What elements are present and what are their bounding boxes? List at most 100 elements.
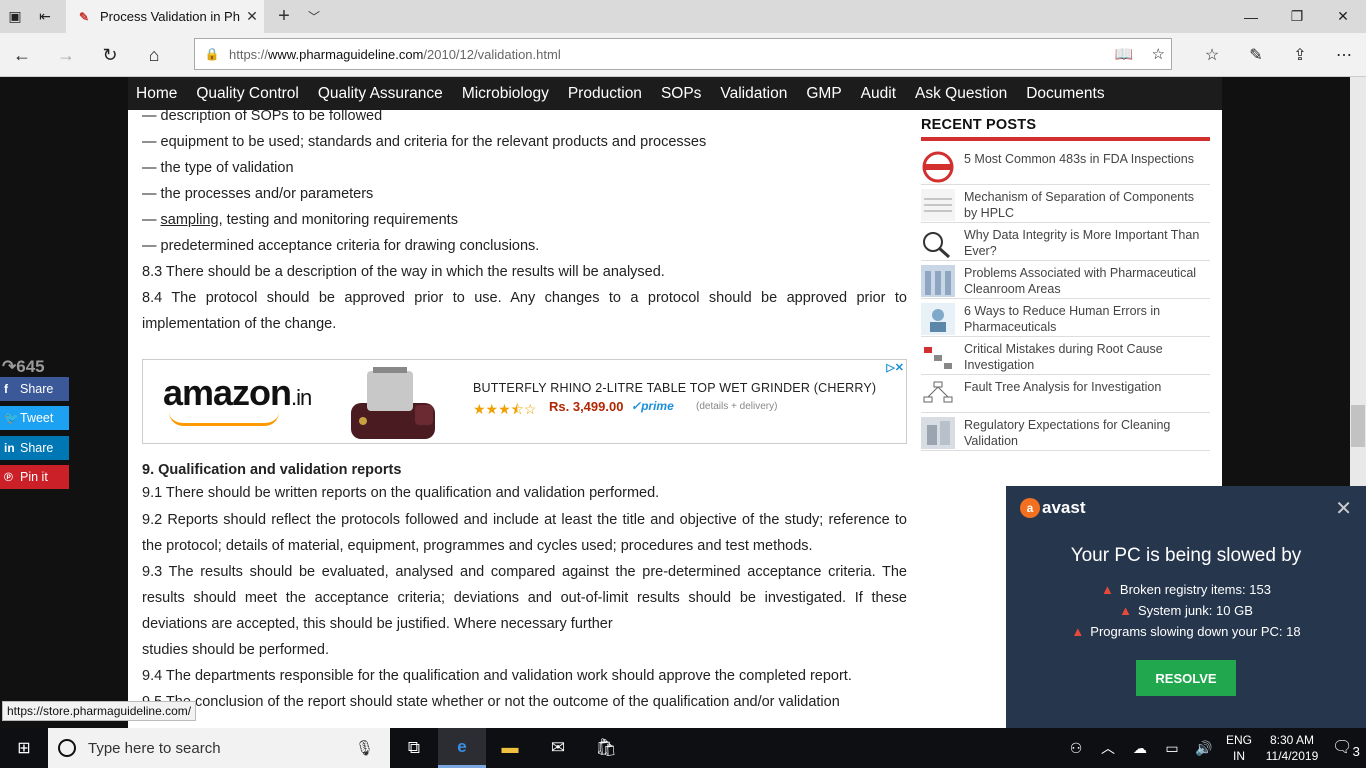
tab-actions-icon[interactable]: ▣ — [0, 0, 30, 33]
people-icon[interactable]: ⚇ — [1060, 740, 1092, 757]
recent-post-title[interactable]: Critical Mistakes during Root Cause Inve… — [964, 341, 1210, 373]
favorite-star-icon[interactable]: ☆ — [1152, 45, 1165, 63]
recent-post-title[interactable]: Fault Tree Analysis for Investigation — [964, 379, 1161, 395]
recent-post-item[interactable]: Problems Associated with Pharmaceutical … — [921, 261, 1210, 299]
clock-time: 8:30 AM — [1269, 733, 1315, 747]
article-content: — description of SOPs to be followed — e… — [142, 103, 907, 337]
onedrive-cloud-icon[interactable]: ☁ — [1124, 740, 1156, 757]
mail-icon[interactable]: ✉ — [534, 728, 582, 768]
adchoices-close-icon[interactable]: ▷✕ — [886, 361, 904, 374]
action-center-icon[interactable]: 🗨3 — [1326, 737, 1366, 759]
article-line-equipment: — equipment to be used; standards and cr… — [142, 134, 707, 150]
recent-post-item[interactable]: Why Data Integrity is More Important Tha… — [921, 223, 1210, 261]
menu-gmp[interactable]: GMP — [806, 85, 841, 103]
share-icon[interactable]: ⇪ — [1278, 33, 1322, 77]
menu-microbiology[interactable]: Microbiology — [462, 85, 549, 103]
menu-validation[interactable]: Validation — [720, 85, 787, 103]
post-thumbnail-fault-tree — [921, 379, 955, 411]
battery-icon[interactable]: ▭ — [1156, 740, 1188, 757]
amazon-ad-banner[interactable]: amazon.in BUTTERFLY RHINO 2-LITRE TABLE … — [142, 359, 907, 444]
microphone-icon[interactable]: 🎙 — [355, 739, 374, 757]
tab-list-chevron-icon[interactable]: ﹀ — [302, 0, 326, 33]
taskbar-search-box[interactable]: Type here to search 🎙 — [48, 728, 390, 768]
taskbar-clock[interactable]: 8:30 AM 11/4/2019 — [1258, 732, 1326, 764]
article-content-section9: 9. Qualification and validation reports … — [142, 457, 907, 715]
facebook-share-button[interactable]: f Share — [0, 377, 69, 401]
post-thumbnail-hplc — [921, 189, 955, 221]
linkedin-icon: in — [4, 441, 15, 455]
recent-post-title[interactable]: Why Data Integrity is More Important Tha… — [964, 227, 1210, 259]
prime-label: prime — [641, 399, 674, 413]
avast-close-icon[interactable]: ✕ — [1335, 496, 1352, 521]
paragraph-9-5: 9.5 The conclusion of the report should … — [142, 694, 840, 710]
ad-product-title[interactable]: BUTTERFLY RHINO 2-LITRE TABLE TOP WET GR… — [473, 381, 876, 395]
recent-post-title[interactable]: 5 Most Common 483s in FDA Inspections — [964, 151, 1194, 167]
menu-quality-assurance[interactable]: Quality Assurance — [318, 85, 443, 103]
menu-documents[interactable]: Documents — [1026, 85, 1104, 103]
back-button[interactable]: ← — [0, 33, 44, 77]
recent-post-item[interactable]: Regulatory Expectations for Cleaning Val… — [921, 413, 1210, 451]
paragraph-9-3: 9.3 The results should be evaluated, ana… — [142, 564, 907, 632]
pinterest-pin-button[interactable]: ℗ Pin it — [0, 465, 69, 489]
more-menu-icon[interactable]: ⋯ — [1322, 33, 1366, 77]
sampling-link[interactable]: sampling — [161, 212, 219, 228]
ad-details-link[interactable]: (details + delivery) — [696, 401, 777, 412]
show-hidden-icons-chevron-icon[interactable]: ︿ — [1092, 738, 1124, 758]
tab-close-icon[interactable]: ✕ — [240, 8, 264, 25]
menu-production[interactable]: Production — [568, 85, 642, 103]
menu-home[interactable]: Home — [136, 85, 177, 103]
twitter-tweet-button[interactable]: 🐦 Tweet — [0, 406, 69, 430]
recent-post-title[interactable]: Regulatory Expectations for Cleaning Val… — [964, 417, 1210, 449]
status-bar-link-url: https://store.pharmaguideline.com/ — [2, 701, 197, 721]
browser-titlebar: ▣ ⇤ ✎ Process Validation in Ph ✕ + ﹀ — ❐… — [0, 0, 1366, 33]
avast-logo-text: avast — [1042, 498, 1086, 517]
paragraph-9-4: 9.4 The departments responsible for the … — [142, 668, 852, 684]
windows-start-icon[interactable]: ⊞ — [0, 728, 48, 768]
close-window-button[interactable]: ✕ — [1320, 0, 1366, 33]
twitter-tweet-label: Tweet — [20, 411, 54, 425]
set-tabs-aside-icon[interactable]: ⇤ — [30, 0, 60, 33]
avast-headline: Your PC is being slowed by — [1070, 545, 1302, 566]
prime-badge: ✓prime — [631, 399, 674, 413]
system-tray: ⚇ ︿ ☁ ▭ 🔊 ENG IN 8:30 AM 11/4/2019 🗨3 — [1060, 728, 1366, 768]
forward-button[interactable]: → — [44, 33, 88, 77]
task-view-icon[interactable]: ⧉ — [390, 728, 438, 768]
edge-browser-icon[interactable]: e — [438, 728, 486, 768]
refresh-button[interactable]: ↻ — [88, 33, 132, 77]
restore-button[interactable]: ❐ — [1274, 0, 1320, 33]
menu-audit[interactable]: Audit — [861, 85, 896, 103]
browser-tab-active[interactable]: ✎ Process Validation in Ph ✕ — [66, 0, 264, 33]
avast-resolve-button[interactable]: RESOLVE — [1136, 660, 1236, 696]
recent-post-title[interactable]: Problems Associated with Pharmaceutical … — [964, 265, 1210, 297]
share-count: ↷645 — [2, 357, 45, 376]
notes-pen-icon[interactable]: ✎ — [1234, 33, 1278, 77]
recent-post-item[interactable]: Fault Tree Analysis for Investigation — [921, 375, 1210, 413]
home-button[interactable]: ⌂ — [132, 33, 176, 77]
pinterest-pin-label: Pin it — [20, 470, 48, 484]
scrollbar-thumb[interactable] — [1351, 405, 1365, 447]
recent-posts-heading: RECENT POSTS — [921, 117, 1210, 141]
recent-post-item[interactable]: Critical Mistakes during Root Cause Inve… — [921, 337, 1210, 375]
minimize-button[interactable]: — — [1228, 0, 1274, 33]
new-tab-button[interactable]: + — [272, 0, 296, 33]
reading-view-icon[interactable]: 📖 — [1115, 45, 1134, 63]
favorites-hub-icon[interactable]: ☆ — [1190, 33, 1234, 77]
browser-navbar: ← → ↻ ⌂ 🔒 https://www.pharmaguideline.co… — [0, 33, 1366, 77]
linkedin-share-button[interactable]: in Share — [0, 436, 69, 460]
menu-ask-question[interactable]: Ask Question — [915, 85, 1007, 103]
input-language[interactable]: ENG IN — [1220, 732, 1258, 764]
share-count-value: 645 — [16, 357, 45, 376]
recent-post-title[interactable]: Mechanism of Separation of Components by… — [964, 189, 1210, 221]
recent-post-title[interactable]: 6 Ways to Reduce Human Errors in Pharmac… — [964, 303, 1210, 335]
menu-sops[interactable]: SOPs — [661, 85, 701, 103]
recent-post-item[interactable]: 5 Most Common 483s in FDA Inspections — [921, 147, 1210, 185]
store-icon[interactable]: 🛍 — [582, 728, 630, 768]
file-explorer-icon[interactable]: ▬ — [486, 728, 534, 768]
volume-icon[interactable]: 🔊 — [1188, 740, 1220, 757]
menu-quality-control[interactable]: Quality Control — [196, 85, 299, 103]
address-bar[interactable]: 🔒 https://www.pharmaguideline.com/2010/1… — [194, 38, 1172, 70]
recent-post-item[interactable]: 6 Ways to Reduce Human Errors in Pharmac… — [921, 299, 1210, 337]
paragraph-8-4: 8.4 The protocol should be approved prio… — [142, 290, 907, 332]
recent-post-item[interactable]: Mechanism of Separation of Components by… — [921, 185, 1210, 223]
avast-issue-text: Broken registry items: 153 — [1119, 582, 1271, 597]
